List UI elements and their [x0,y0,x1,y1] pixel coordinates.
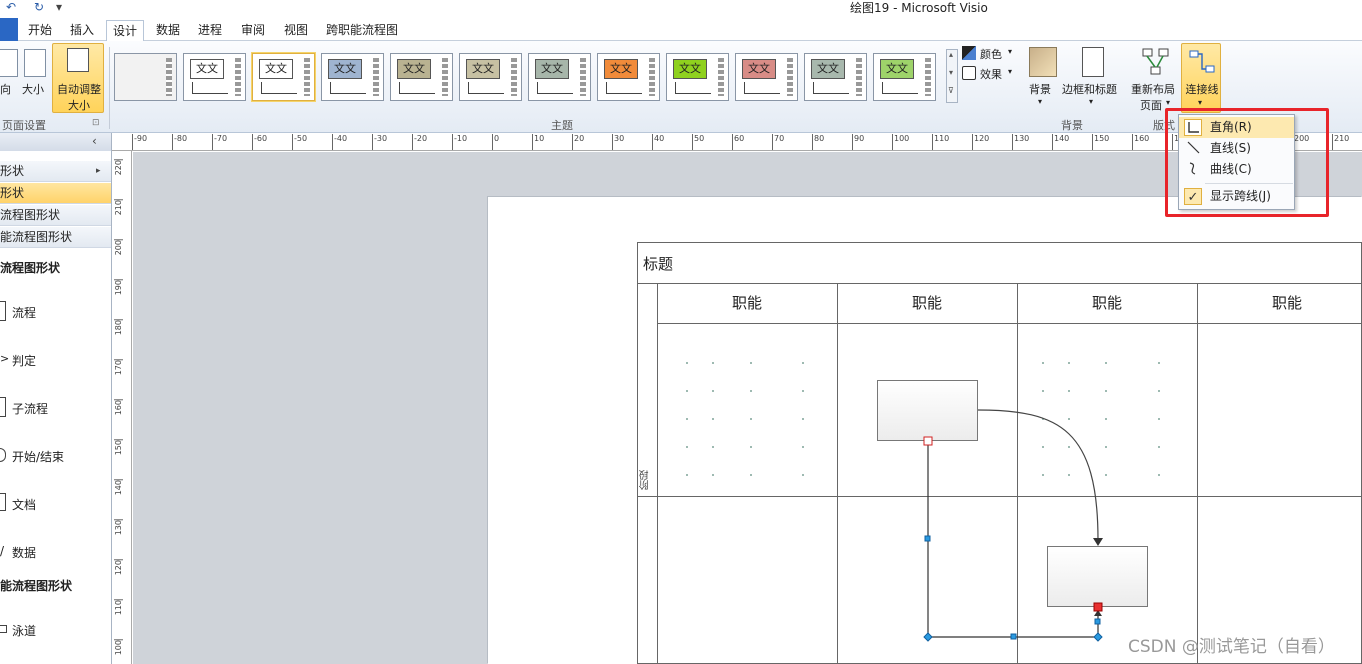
vertex-handle[interactable] [923,632,933,642]
watermark: CSDN @测试笔记（自看） [1128,637,1335,657]
midpoint-handle[interactable] [1094,618,1101,625]
connectors-layer [923,409,1103,642]
selected-connector[interactable] [927,441,1099,638]
midpoint-handle[interactable] [1010,633,1017,640]
connection-point[interactable] [1093,602,1103,612]
curved-connector[interactable] [977,409,1099,541]
red-highlight-box [1165,108,1329,217]
connection-point[interactable] [923,436,933,446]
vertex-handle[interactable] [1093,632,1103,642]
connector-arrowhead [1093,538,1103,546]
midpoint-handle[interactable] [924,535,931,542]
